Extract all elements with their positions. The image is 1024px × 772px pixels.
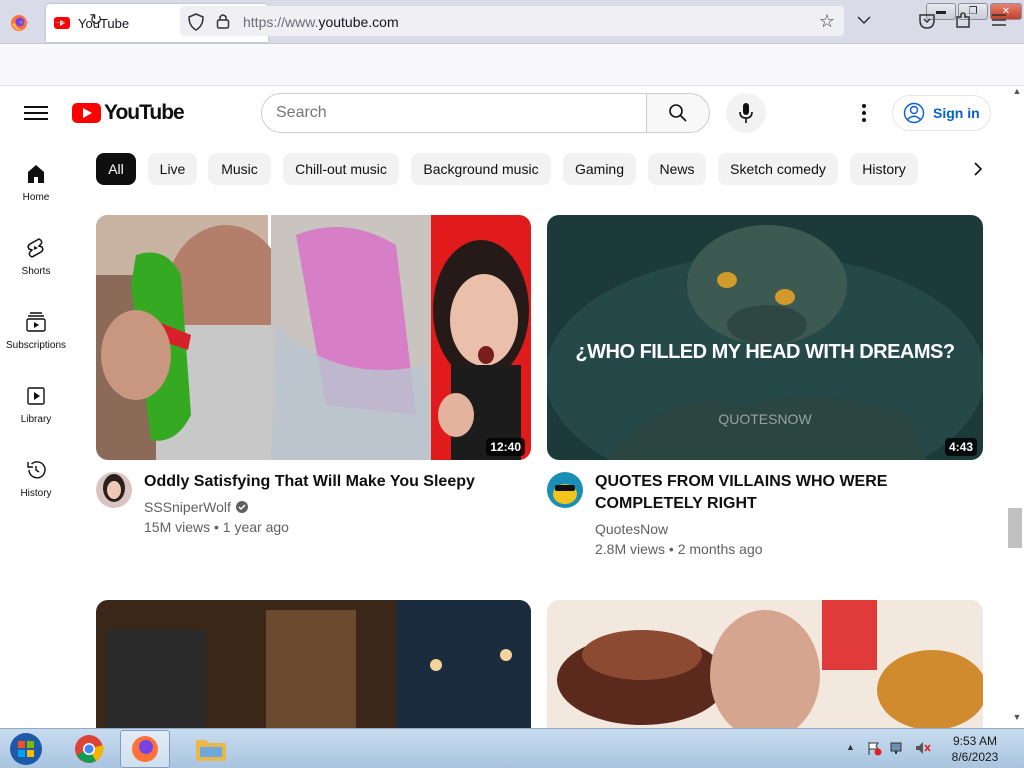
shorts-icon xyxy=(27,238,44,258)
video-thumbnail[interactable]: ¿WHO FILLED MY HEAD WITH DREAMS? QUOTESN… xyxy=(547,215,983,460)
bookmark-star-icon[interactable]: ☆ xyxy=(816,10,838,32)
extensions-icon[interactable] xyxy=(954,11,974,31)
taskbar-file-explorer[interactable] xyxy=(186,730,236,768)
chip-news[interactable]: News xyxy=(648,153,706,185)
pocket-icon[interactable] xyxy=(918,12,938,32)
video-thumbnail[interactable]: 12:40 xyxy=(96,215,531,460)
system-clock[interactable]: 9:53 AM 8/6/2023 xyxy=(940,733,1010,765)
guide-item-label: Subscriptions xyxy=(5,340,67,351)
back-button[interactable]: ← xyxy=(12,10,36,32)
chip-live[interactable]: Live xyxy=(148,153,197,185)
chevron-right-icon xyxy=(974,162,983,176)
lock-icon[interactable] xyxy=(216,12,232,30)
chip-music[interactable]: Music xyxy=(208,153,271,185)
scroll-up-button[interactable]: ▲ xyxy=(1010,86,1024,100)
chip-chill-out-music[interactable]: Chill-out music xyxy=(283,153,399,185)
verified-badge-icon xyxy=(235,501,248,513)
video-title[interactable]: QUOTES FROM VILLAINS WHO WERE COMPLETELY… xyxy=(595,471,975,515)
channel-avatar[interactable] xyxy=(547,472,583,508)
start-button[interactable] xyxy=(6,731,46,767)
library-icon xyxy=(27,387,45,405)
youtube-play-icon xyxy=(72,103,101,123)
chip-background-music[interactable]: Background music xyxy=(411,153,551,185)
video-title[interactable]: Oddly Satisfying That Will Make You Slee… xyxy=(144,471,524,493)
subscriptions-icon xyxy=(26,312,46,332)
chip-sketch-comedy[interactable]: Sketch comedy xyxy=(718,153,838,185)
taskbar-chrome[interactable] xyxy=(64,730,114,768)
url-domain: youtube.com xyxy=(318,14,399,30)
sign-in-label: Sign in xyxy=(933,105,980,121)
thumbnail-image xyxy=(96,215,531,460)
guide-item-history[interactable]: History xyxy=(0,458,72,516)
clock-date: 8/6/2023 xyxy=(951,750,999,764)
guide-item-shorts[interactable]: Shorts xyxy=(0,236,72,294)
thumbnail-caption: ¿WHO FILLED MY HEAD WITH DREAMS? xyxy=(575,341,955,363)
show-hidden-icons-button[interactable]: ▲ xyxy=(846,742,855,752)
guide-item-label: Library xyxy=(20,414,52,425)
scrollbar-thumb[interactable] xyxy=(1008,508,1022,548)
forward-button[interactable]: → xyxy=(48,10,72,32)
windows-start-icon xyxy=(10,733,42,765)
channel-name[interactable]: SSSniperWolf xyxy=(144,497,231,517)
guide-item-library[interactable]: Library xyxy=(0,384,72,442)
video-thumbnail[interactable] xyxy=(96,600,531,728)
video-duration: 4:43 xyxy=(944,438,977,456)
url-prefix: https://www. xyxy=(243,14,319,30)
voice-search-button[interactable] xyxy=(726,93,766,133)
thumbnail-watermark: QUOTESNOW xyxy=(718,411,812,427)
reload-button[interactable]: ↻ xyxy=(84,10,108,32)
video-duration: 12:40 xyxy=(486,438,525,456)
guide-item-home[interactable]: Home xyxy=(0,162,72,220)
firefox-taskbar-icon xyxy=(132,736,158,762)
coffee-shop-thumbnail-image xyxy=(96,600,531,728)
search-input[interactable] xyxy=(276,99,636,127)
chip-gaming[interactable]: Gaming xyxy=(563,153,636,185)
guide-item-subscriptions[interactable]: Subscriptions xyxy=(0,310,72,368)
tracking-protection-shield-icon[interactable] xyxy=(188,13,206,31)
guide-item-label: History xyxy=(20,488,52,499)
more-options-icon[interactable] xyxy=(852,100,876,126)
sign-in-button[interactable]: Sign in xyxy=(892,95,991,131)
logo-text: YouTube xyxy=(104,101,185,124)
video-metadata: 15M views • 1 year ago xyxy=(144,519,289,535)
url-text[interactable]: https://www.youtube.com xyxy=(243,14,399,30)
account-icon xyxy=(903,102,925,124)
video-thumbnail[interactable] xyxy=(547,600,983,728)
chips-next-button[interactable] xyxy=(962,153,994,185)
volume-muted-icon[interactable] xyxy=(914,740,932,756)
channel-name-row: SSSniperWolf xyxy=(144,497,249,517)
folder-icon xyxy=(196,740,226,761)
history-icon xyxy=(27,461,46,479)
clock-time: 9:53 AM xyxy=(952,734,998,748)
microphone-icon xyxy=(739,103,753,123)
video-title-line-2: COMPLETELY RIGHT xyxy=(595,495,757,512)
guide-item-label: Home xyxy=(22,192,50,203)
chip-all[interactable]: All xyxy=(96,153,136,185)
chevron-down-icon xyxy=(857,16,871,25)
guide-menu-icon[interactable] xyxy=(24,102,48,124)
home-icon xyxy=(28,165,44,183)
chrome-icon xyxy=(75,735,104,763)
search-icon xyxy=(669,104,687,122)
scroll-down-button[interactable]: ▼ xyxy=(1010,712,1024,726)
taskbar-firefox[interactable] xyxy=(120,730,170,768)
guide-item-label: Shorts xyxy=(21,266,51,277)
action-center-flag-icon[interactable] xyxy=(866,740,882,756)
video-metadata: 2.8M views • 2 months ago xyxy=(595,541,763,557)
list-all-tabs-button[interactable] xyxy=(852,12,876,32)
channel-avatar[interactable] xyxy=(96,472,132,508)
app-menu-icon[interactable] xyxy=(990,11,1010,31)
food-challenge-thumbnail-image xyxy=(547,600,983,728)
channel-name[interactable]: QuotesNow xyxy=(595,519,668,539)
network-icon[interactable] xyxy=(890,740,906,756)
chip-history[interactable]: History xyxy=(850,153,918,185)
quotesnow-avatar-icon xyxy=(547,472,583,508)
search-button[interactable] xyxy=(646,93,710,133)
youtube-logo[interactable]: YouTube xyxy=(72,101,185,124)
navigation-toolbar xyxy=(0,44,1024,86)
video-title-line-1: QUOTES FROM VILLAINS WHO WERE xyxy=(595,473,888,490)
